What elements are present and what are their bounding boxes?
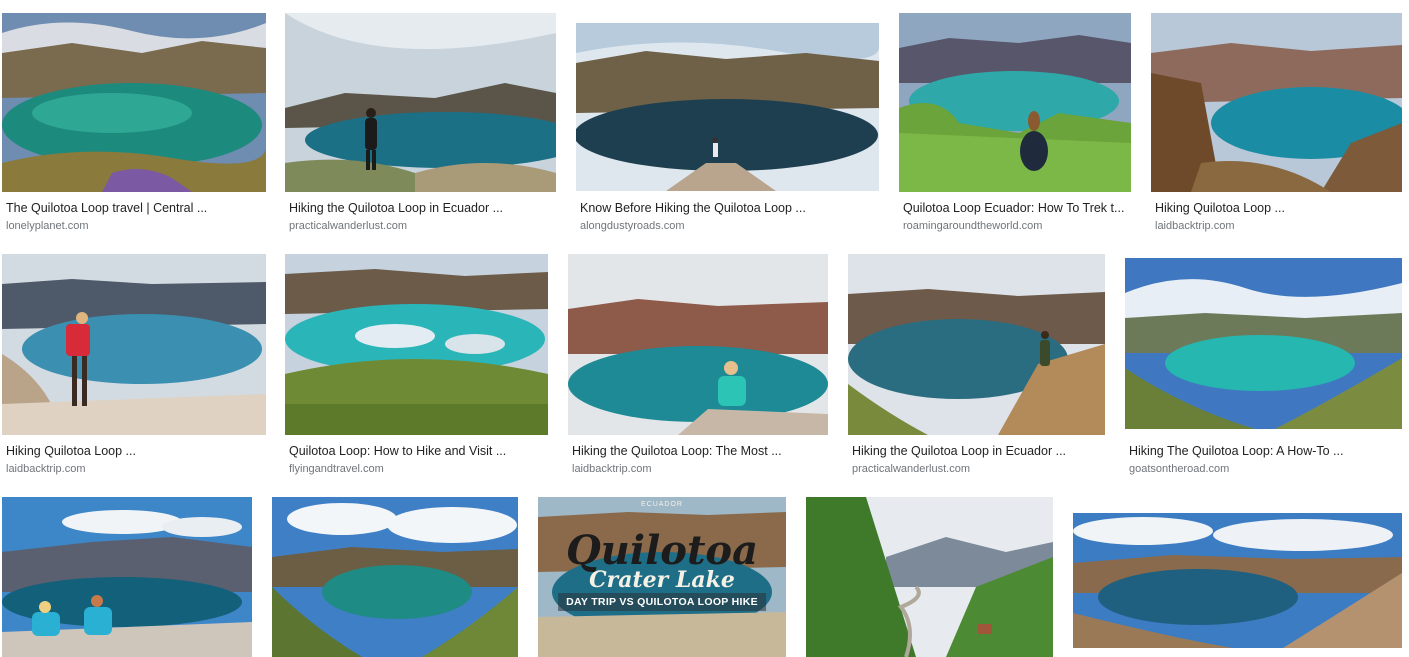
result-title[interactable]: The Quilotoa Loop travel | Central ... (6, 201, 262, 215)
result-tile[interactable]: Hiking The Quilotoa Loop: A How-To ... g… (1125, 254, 1402, 479)
poster-country-label: ECUADOR (640, 501, 683, 508)
result-tile[interactable] (806, 497, 1053, 657)
landscape-image (568, 254, 828, 435)
result-tile[interactable]: Quilotoa Loop: How to Hike and Visit ...… (285, 254, 548, 479)
landscape-image (576, 23, 879, 191)
result-title[interactable]: Hiking Quilotoa Loop ... (1155, 201, 1400, 215)
landscape-image (285, 13, 556, 192)
result-thumbnail[interactable] (806, 497, 1053, 657)
result-tile[interactable] (1073, 497, 1402, 657)
result-tile[interactable]: Hiking the Quilotoa Loop: The Most ... l… (568, 254, 828, 479)
result-tile[interactable]: Hiking the Quilotoa Loop in Ecuador ... … (848, 254, 1105, 479)
result-title[interactable]: Hiking the Quilotoa Loop: The Most ... (572, 444, 824, 458)
landscape-image (272, 497, 518, 657)
landscape-image (848, 254, 1105, 435)
result-title[interactable]: Know Before Hiking the Quilotoa Loop ... (580, 201, 875, 215)
landscape-image (1151, 13, 1402, 192)
result-title[interactable]: Hiking the Quilotoa Loop in Ecuador ... (289, 201, 552, 215)
result-tile[interactable]: Hiking Quilotoa Loop ... laidbacktrip.co… (2, 254, 266, 479)
result-source[interactable]: laidbacktrip.com (1155, 220, 1234, 232)
poster-subtitle: Crater Lake (589, 567, 735, 593)
poster-band: DAY TRIP VS QUILOTOA LOOP HIKE (558, 593, 766, 611)
result-thumbnail[interactable] (1125, 258, 1402, 429)
result-tile[interactable] (2, 497, 252, 657)
result-thumbnail[interactable] (2, 497, 252, 657)
result-title[interactable]: Quilotoa Loop: How to Hike and Visit ... (289, 444, 544, 458)
result-thumbnail[interactable] (568, 254, 828, 435)
result-tile[interactable]: Know Before Hiking the Quilotoa Loop ...… (576, 13, 879, 238)
result-thumbnail[interactable] (285, 13, 556, 192)
landscape-image (1125, 258, 1402, 429)
result-title[interactable]: Hiking The Quilotoa Loop: A How-To ... (1129, 444, 1400, 458)
result-title[interactable]: Hiking Quilotoa Loop ... (6, 444, 262, 458)
result-source[interactable]: alongdustyroads.com (580, 220, 685, 232)
landscape-image (2, 13, 266, 192)
result-thumbnail[interactable] (848, 254, 1105, 435)
result-thumbnail[interactable] (2, 13, 266, 192)
result-thumbnail[interactable] (899, 13, 1131, 192)
result-tile[interactable]: Quilotoa Loop Ecuador: How To Trek t... … (899, 13, 1131, 238)
result-source[interactable]: laidbacktrip.com (572, 463, 651, 475)
result-title[interactable]: Hiking the Quilotoa Loop in Ecuador ... (852, 444, 1101, 458)
result-tile[interactable]: Hiking Quilotoa Loop ... laidbacktrip.co… (1151, 13, 1402, 238)
landscape-image (1073, 513, 1402, 648)
result-thumbnail[interactable] (272, 497, 518, 657)
landscape-image (899, 13, 1131, 192)
result-tile[interactable]: ECUADOR Quilotoa Crater Lake DAY TRIP VS… (538, 497, 786, 657)
result-source[interactable]: practicalwanderlust.com (289, 220, 407, 232)
result-source[interactable]: lonelyplanet.com (6, 220, 89, 232)
result-tile[interactable]: Hiking the Quilotoa Loop in Ecuador ... … (285, 13, 556, 238)
landscape-image (806, 497, 1053, 657)
result-source[interactable]: goatsontheroad.com (1129, 463, 1229, 475)
landscape-image (285, 254, 548, 435)
result-thumbnail[interactable] (285, 254, 548, 435)
landscape-image (2, 497, 252, 657)
result-source[interactable]: flyingandtravel.com (289, 463, 384, 475)
result-thumbnail[interactable] (1073, 513, 1402, 648)
result-thumbnail[interactable] (576, 23, 879, 191)
landscape-image (2, 254, 266, 435)
result-thumbnail[interactable] (1151, 13, 1402, 192)
result-source[interactable]: laidbacktrip.com (6, 463, 85, 475)
result-tile[interactable]: The Quilotoa Loop travel | Central ... l… (2, 13, 266, 238)
result-source[interactable]: roamingaroundtheworld.com (903, 220, 1042, 232)
result-tile[interactable] (272, 497, 518, 657)
result-thumbnail[interactable] (2, 254, 266, 435)
result-thumbnail[interactable]: ECUADOR Quilotoa Crater Lake DAY TRIP VS… (538, 497, 786, 657)
result-source[interactable]: practicalwanderlust.com (852, 463, 970, 475)
result-title[interactable]: Quilotoa Loop Ecuador: How To Trek t... (903, 201, 1129, 215)
